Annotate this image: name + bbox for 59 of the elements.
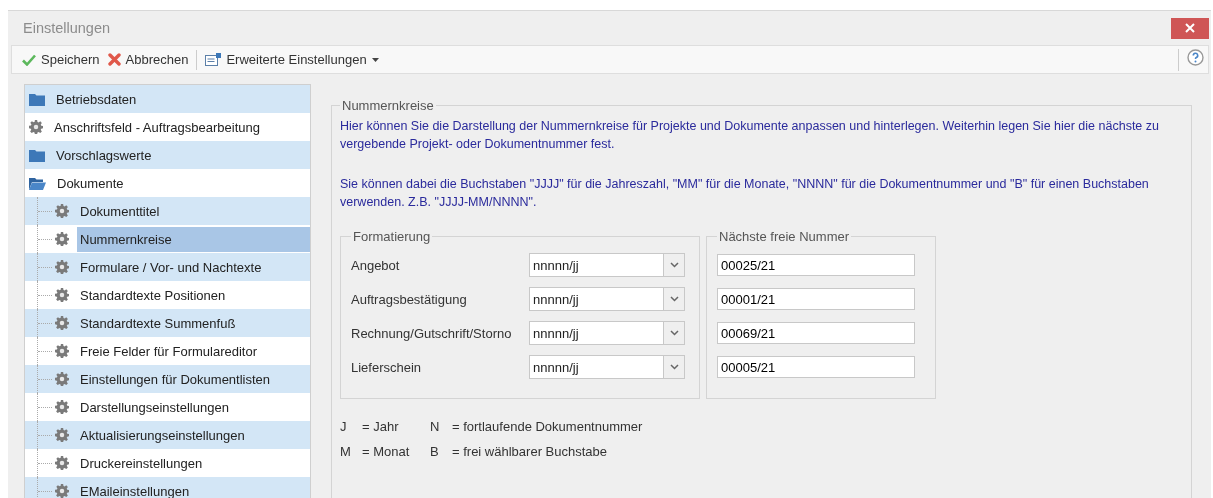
info-paragraph: Hier können Sie die Darstellung der Nummernkreise für Projekte und Dokumente anpassen und hinterlegen. Weiterhin legen Sie hier die nächste zu vergebende Projekt- oder Dokumentnummer fest. [340, 118, 1160, 153]
legend-text: = fortlaufende Dokumentnummer [452, 419, 643, 434]
dropdown-field[interactable]: nnnnn/jj [529, 321, 685, 345]
tree-item[interactable]: Freie Felder für Formulareditor [77, 338, 260, 364]
gear-icon [55, 344, 69, 358]
field-label: Rechnung/Gutschrift/Storno [351, 325, 513, 341]
field-label: Lieferschein [351, 359, 423, 375]
chevron-icon [669, 296, 679, 302]
chevron-icon [669, 364, 679, 370]
tree-item[interactable]: Dokumente [54, 170, 127, 196]
gear-icon [55, 232, 69, 246]
toolbar-button[interactable]: Abbrechen [103, 48, 193, 71]
cross-icon [107, 53, 121, 66]
dropdown-field[interactable]: nnnnn/jj [529, 253, 685, 277]
gear-icon [55, 260, 69, 274]
legend-key: B [430, 444, 452, 459]
gear-icon [55, 372, 69, 386]
tree-item[interactable]: Darstellungseinstellungen [77, 394, 232, 420]
gear-icon [55, 484, 69, 498]
chevron-icon [669, 262, 679, 268]
number-field[interactable]: 00069/21 [717, 322, 915, 344]
close-icon [1185, 23, 1195, 33]
gear-icon [55, 428, 69, 442]
legend-text: = Monat [362, 444, 410, 459]
toolbar-button[interactable]: Speichern [18, 48, 104, 71]
gear-icon [55, 400, 69, 414]
window-icon [205, 53, 222, 66]
gear-icon [55, 456, 69, 470]
gear-icon [29, 120, 43, 134]
tree-item[interactable]: Druckereinstellungen [77, 450, 206, 476]
number-field[interactable]: 00025/21 [717, 254, 915, 276]
caret-icon [371, 57, 379, 62]
group-title: Nächste freie Nummer [718, 229, 851, 244]
number-field[interactable]: 00001/21 [717, 288, 915, 310]
close-button[interactable] [1171, 17, 1209, 39]
number-field[interactable]: 00005/21 [717, 356, 915, 378]
field-label: Auftragsbestätigung [351, 291, 468, 307]
dropdown-field[interactable]: nnnnn/jj [529, 355, 685, 379]
gear-icon [55, 316, 69, 330]
gear-icon [55, 288, 69, 302]
legend-key: J [340, 419, 362, 434]
dropdown-field[interactable]: nnnnn/jj [529, 287, 685, 311]
chevron-icon [669, 330, 679, 336]
tree-item[interactable]: Anschriftsfeld - Auftragsbearbeitung [51, 114, 263, 140]
window-title: Einstellungen [22, 20, 111, 36]
legend-text: = Jahr [362, 419, 399, 434]
legend-key: N [430, 419, 452, 434]
field-label: Angebot [351, 257, 401, 273]
help-icon[interactable] [1187, 48, 1204, 66]
legend-key: M [340, 444, 362, 459]
gear-icon [55, 204, 69, 218]
checkmark-icon [22, 53, 36, 66]
info-paragraph: Sie können dabei die Buchstaben "JJJJ" für die Jahreszahl, "MM" für die Monate, "NNNN" für die Dokumentnummer und "B" für einen Buchstaben verwenden. Z.B. "JJJJ-MM/NNNN". [340, 176, 1150, 211]
tree-item[interactable]: Nummernkreise [77, 226, 310, 252]
legend-text: = frei wählbarer Buchstabe [452, 444, 607, 459]
group-title: Nummernkreise [341, 98, 435, 113]
group-title: Formatierung [352, 229, 432, 244]
tree-item[interactable]: Standardtexte Positionen [77, 282, 229, 308]
menu-button[interactable]: Erweiterte Einstellungen [201, 48, 383, 71]
